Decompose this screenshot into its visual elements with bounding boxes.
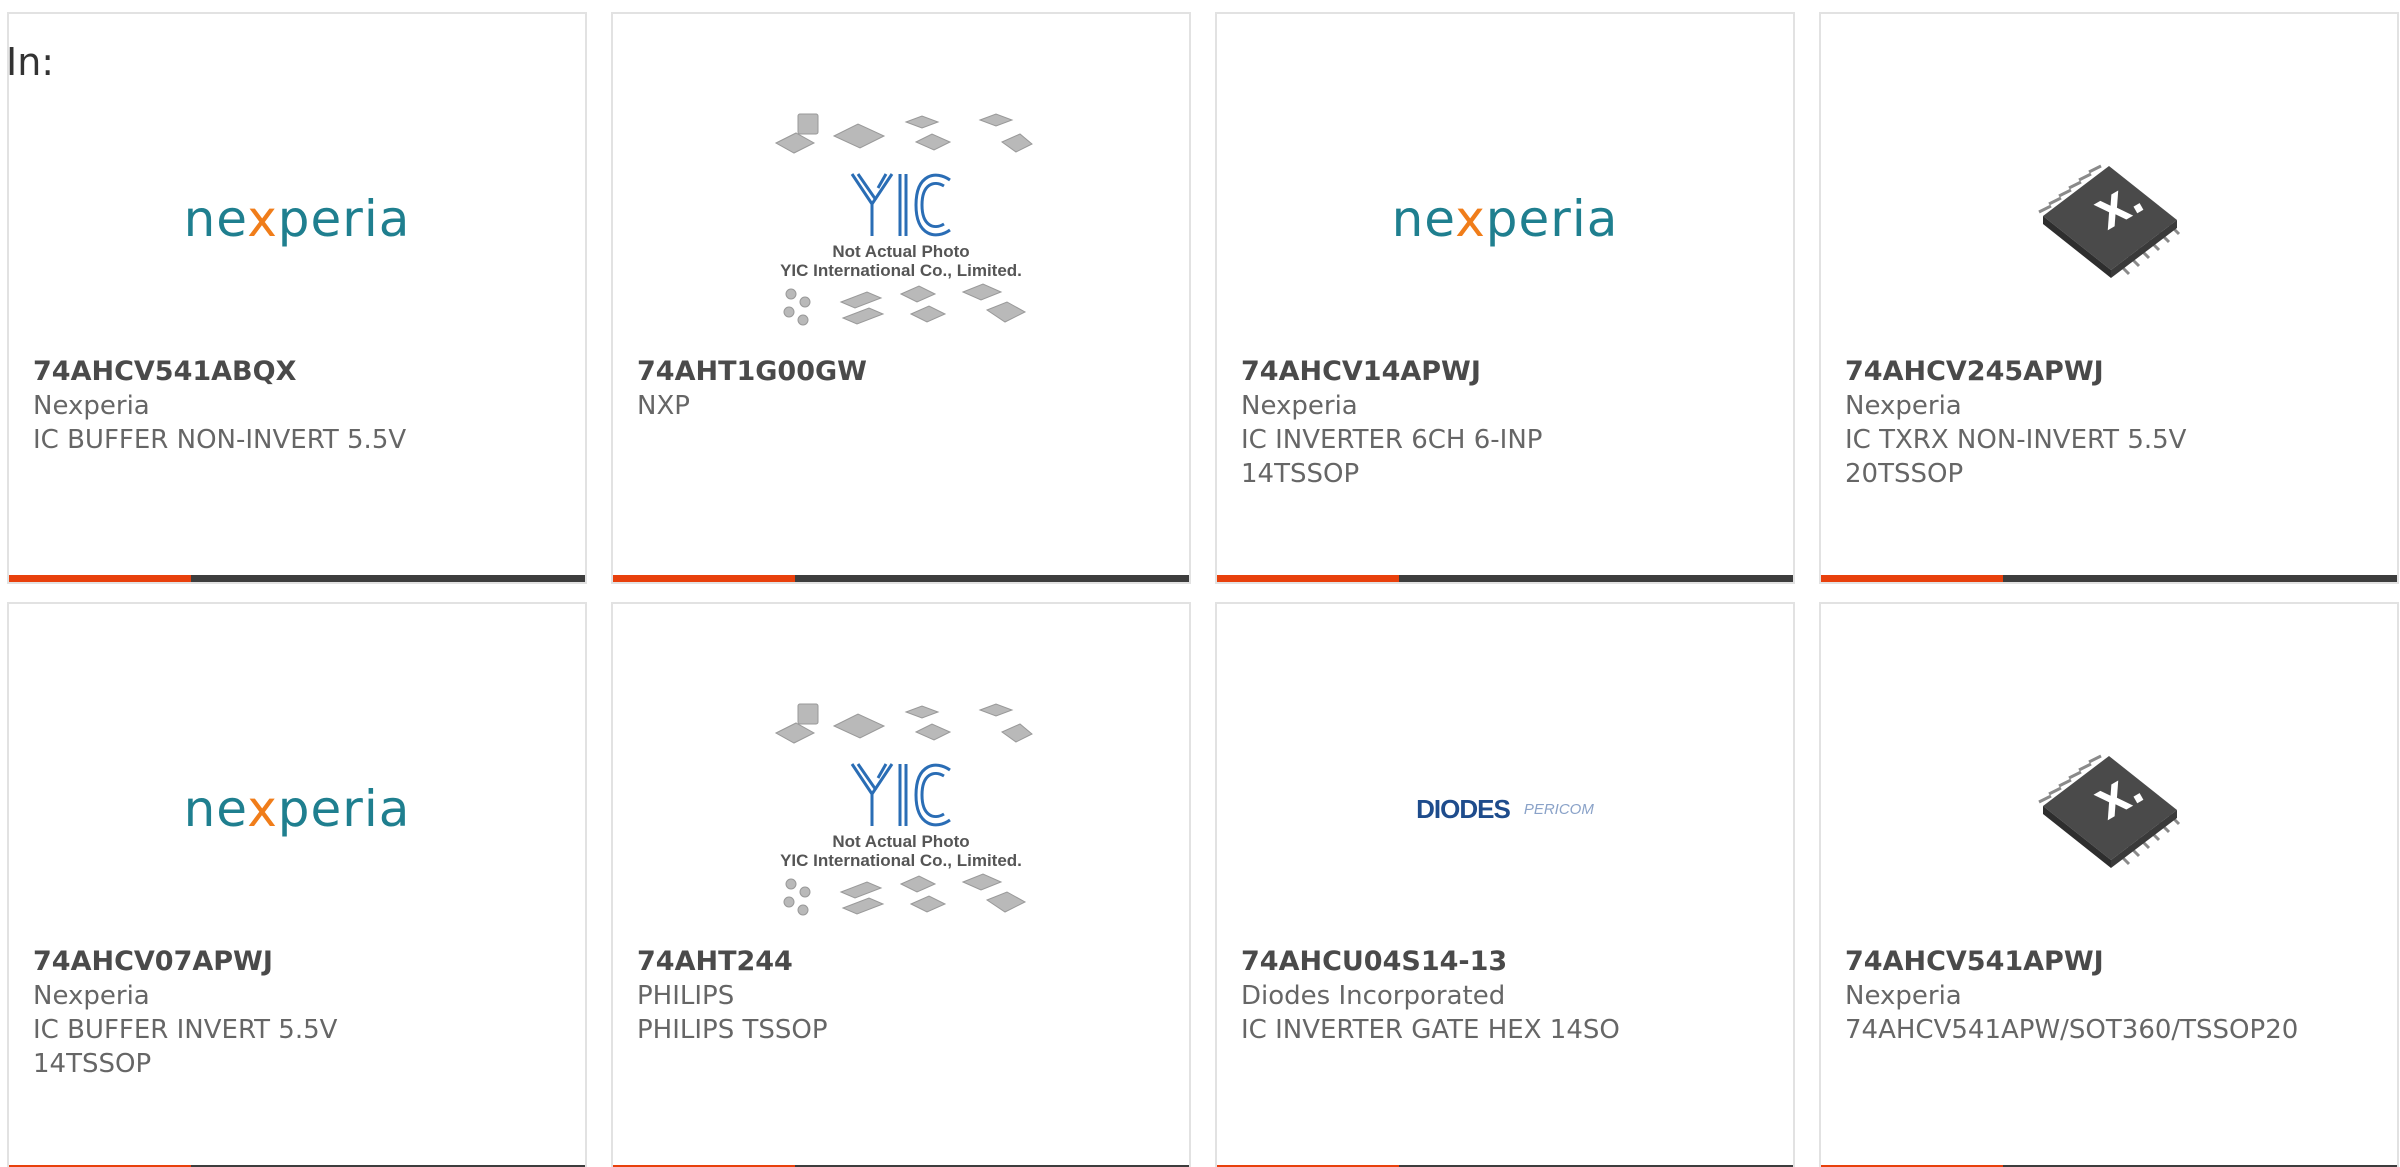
yic-placeholder-image: Not Actual Photo YIC International Co., … <box>766 698 1036 920</box>
description-line: IC BUFFER INVERT 5.5V <box>33 1015 338 1045</box>
product-card[interactable]: nexperia 74AHCV14APWJ Nexperia IC INVERT… <box>1215 12 1795 584</box>
manufacturer: PHILIPS <box>637 981 735 1011</box>
part-number[interactable]: 74AHCV07APWJ <box>33 944 569 979</box>
product-card[interactable]: DIODES PERICOM 74AHCU04S14-13 Diodes Inc… <box>1215 602 1795 1167</box>
product-card[interactable]: X. 74AHCV541APWJ Nexperia 74AHCV541APW/S… <box>1819 602 2399 1167</box>
description-line: IC INVERTER 6CH 6-INP <box>1241 425 1543 455</box>
product-image: Not Actual Photo YIC International Co., … <box>613 664 1189 954</box>
description-line: PHILIPS TSSOP <box>637 1015 828 1045</box>
card-accent-bar <box>1821 575 2003 582</box>
part-number[interactable]: 74AHCV541ABQX <box>33 354 569 389</box>
yic-placeholder-image: Not Actual Photo YIC International Co., … <box>766 108 1036 330</box>
part-number[interactable]: 74AHCV14APWJ <box>1241 354 1777 389</box>
product-info: 74AHCV541ABQX Nexperia IC BUFFER NON-INV… <box>33 354 569 457</box>
nexperia-logo: nexperia <box>1391 190 1619 248</box>
product-info: 74AHT1G00GW NXP <box>637 354 1173 423</box>
manufacturer: NXP <box>637 391 690 421</box>
yic-logo-icon <box>850 763 951 827</box>
part-number[interactable]: 74AHT244 <box>637 944 1173 979</box>
product-image: nexperia <box>1217 74 1793 364</box>
card-accent-bar <box>1217 575 1399 582</box>
manufacturer: Diodes Incorporated <box>1241 981 1506 1011</box>
product-card[interactable]: nexperia 74AHCV07APWJ Nexperia IC BUFFER… <box>7 602 587 1167</box>
manufacturer: Nexperia <box>33 391 150 421</box>
product-info: 74AHCV14APWJ Nexperia IC INVERTER 6CH 6-… <box>1241 354 1777 491</box>
description-line: 74AHCV541APW/SOT360/TSSOP20 <box>1845 1015 2299 1045</box>
chip-packages-icon <box>774 113 1033 154</box>
not-actual-photo-text: Not Actual Photo <box>832 832 970 851</box>
not-actual-photo-text: Not Actual Photo <box>832 242 970 261</box>
product-grid-page: In: nexperia 74AHCV541ABQX Nexperia IC B… <box>0 0 2400 1167</box>
product-image: nexperia <box>9 74 585 364</box>
description-line: 14TSSOP <box>33 1049 152 1079</box>
manufacturer: Nexperia <box>1845 391 1962 421</box>
chip-photo-icon: X. <box>2038 754 2181 868</box>
pericom-logo-text: PERICOM <box>1523 800 1594 818</box>
product-grid: nexperia 74AHCV541ABQX Nexperia IC BUFFE… <box>7 12 2399 1167</box>
chip-packages-icon <box>783 873 1027 916</box>
product-image: Not Actual Photo YIC International Co., … <box>613 74 1189 364</box>
diodes-logo-text: DIODES <box>1416 793 1511 824</box>
manufacturer: Nexperia <box>1241 391 1358 421</box>
product-image: DIODES PERICOM <box>1217 664 1793 954</box>
diodes-pericom-logo: DIODES PERICOM <box>1416 794 1594 825</box>
product-card[interactable]: Not Actual Photo YIC International Co., … <box>611 602 1191 1167</box>
yic-company-text: YIC International Co., Limited. <box>780 851 1022 870</box>
chip-packages-icon <box>783 283 1027 326</box>
product-image: X. <box>1821 74 2397 364</box>
chip-packages-icon <box>774 703 1033 744</box>
product-card[interactable]: Not Actual Photo YIC International Co., … <box>611 12 1191 584</box>
nexperia-logo: nexperia <box>183 780 411 838</box>
product-info: 74AHCV541APWJ Nexperia 74AHCV541APW/SOT3… <box>1845 944 2381 1047</box>
in-label: In: <box>6 40 55 84</box>
product-card[interactable]: nexperia 74AHCV541ABQX Nexperia IC BUFFE… <box>7 12 587 584</box>
product-info: 74AHCV07APWJ Nexperia IC BUFFER INVERT 5… <box>33 944 569 1081</box>
description-line: 20TSSOP <box>1845 459 1964 489</box>
product-image: X. <box>1821 664 2397 954</box>
part-number[interactable]: 74AHCV245APWJ <box>1845 354 2381 389</box>
description-line: IC INVERTER GATE HEX 14SO <box>1241 1015 1620 1045</box>
yic-logo-icon <box>850 173 951 237</box>
card-accent-bar <box>9 575 191 582</box>
part-number[interactable]: 74AHCU04S14-13 <box>1241 944 1777 979</box>
description-line: IC TXRX NON-INVERT 5.5V <box>1845 425 2187 455</box>
nexperia-logo: nexperia <box>183 190 411 248</box>
manufacturer: Nexperia <box>33 981 150 1011</box>
product-info: 74AHCU04S14-13 Diodes Incorporated IC IN… <box>1241 944 1777 1047</box>
part-number[interactable]: 74AHCV541APWJ <box>1845 944 2381 979</box>
product-info: 74AHCV245APWJ Nexperia IC TXRX NON-INVER… <box>1845 354 2381 491</box>
description-line: IC BUFFER NON-INVERT 5.5V <box>33 425 407 455</box>
chip-photo-icon: X. <box>2038 164 2181 278</box>
manufacturer: Nexperia <box>1845 981 1962 1011</box>
card-accent-bar <box>613 575 795 582</box>
description-line: 14TSSOP <box>1241 459 1360 489</box>
product-info: 74AHT244 PHILIPS PHILIPS TSSOP <box>637 944 1173 1047</box>
product-card[interactable]: X. 74AHCV245APWJ Nexperia IC TXRX NON-IN… <box>1819 12 2399 584</box>
product-image: nexperia <box>9 664 585 954</box>
part-number[interactable]: 74AHT1G00GW <box>637 354 1173 389</box>
yic-company-text: YIC International Co., Limited. <box>780 261 1022 280</box>
